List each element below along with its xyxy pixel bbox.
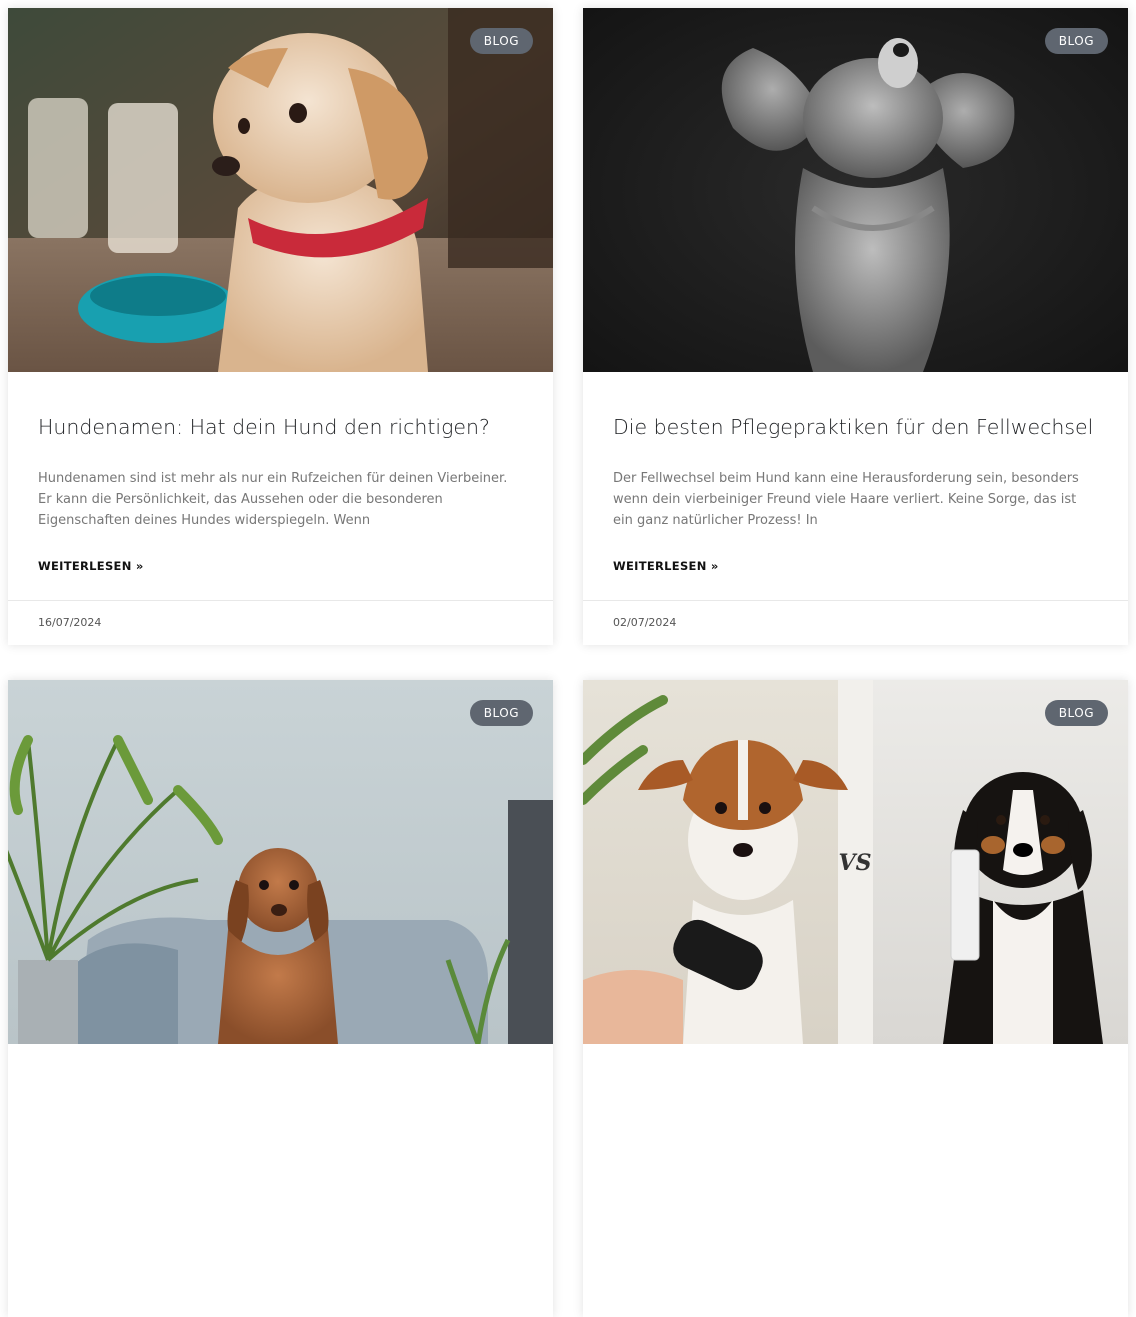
post-thumbnail-golden-puppy[interactable]: BLOG — [8, 8, 553, 372]
blog-post-card: BLOG — [8, 680, 553, 1317]
post-thumbnail-spaniel[interactable]: BLOG — [583, 8, 1128, 372]
read-more-link[interactable]: WEITERLESEN » — [613, 559, 719, 573]
post-date: 02/07/2024 — [613, 616, 677, 629]
jack-russell-vs-bernese-photo: VS — [583, 680, 1128, 1044]
post-thumbnail-dog-bed[interactable]: BLOG — [8, 680, 553, 1044]
post-meta: 16/07/2024 — [8, 600, 553, 645]
post-title[interactable]: Die besten Pflegepraktiken für den Fellw… — [613, 414, 1098, 440]
golden-puppy-photo — [8, 8, 553, 372]
blog-post-card: VS BLOG — [583, 680, 1128, 1317]
category-badge: BLOG — [469, 28, 533, 54]
blog-post-grid: BLOG Hundenamen: Hat dein Hund den richt… — [8, 8, 1128, 1317]
category-badge: BLOG — [1044, 700, 1108, 726]
dog-on-bed-photo — [8, 680, 553, 1044]
blog-post-card: BLOG Hundenamen: Hat dein Hund den richt… — [8, 8, 553, 645]
post-date: 16/07/2024 — [38, 616, 102, 629]
category-badge: BLOG — [1044, 28, 1108, 54]
post-thumbnail-dog-comparison[interactable]: VS BLOG — [583, 680, 1128, 1044]
blog-post-card: BLOG Die besten Pflegepraktiken für den … — [583, 8, 1128, 645]
post-excerpt: Der Fellwechsel beim Hund kann eine Hera… — [613, 471, 1079, 528]
post-meta: 02/07/2024 — [583, 600, 1128, 645]
spaniel-shaking-photo — [583, 8, 1128, 372]
read-more-link[interactable]: WEITERLESEN » — [38, 559, 144, 573]
post-title[interactable]: Hundenamen: Hat dein Hund den richtigen? — [38, 414, 523, 440]
category-badge: BLOG — [469, 700, 533, 726]
svg-text:VS: VS — [839, 850, 872, 876]
post-excerpt: Hundenamen sind ist mehr als nur ein Ruf… — [38, 471, 508, 528]
